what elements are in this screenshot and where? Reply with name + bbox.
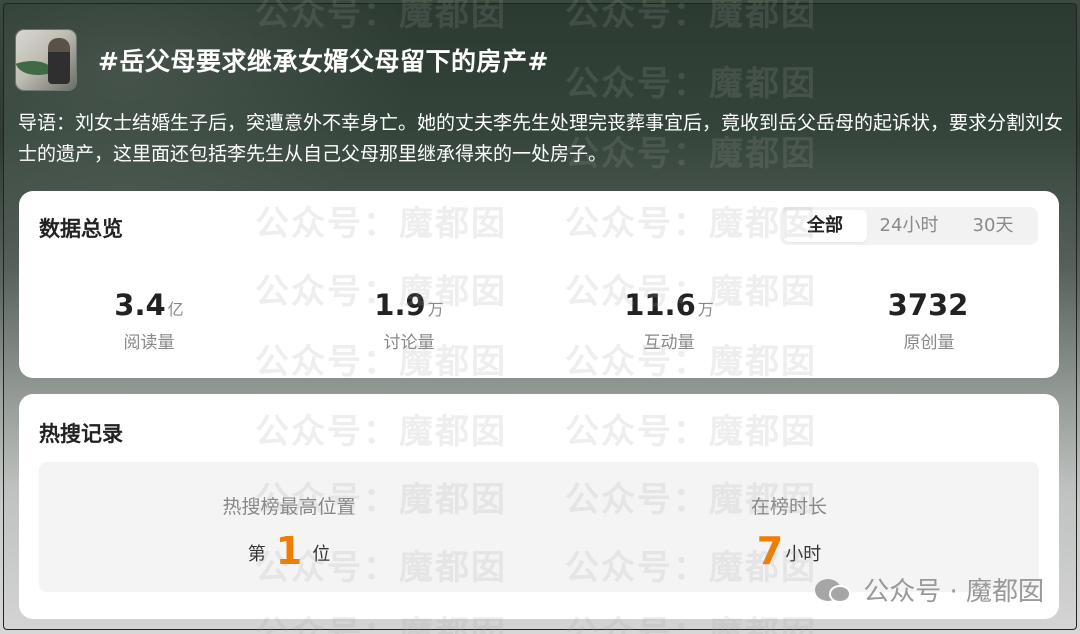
stat-discussions-unit: 万 [427, 300, 444, 319]
stat-interactions-label: 互动量 [643, 333, 695, 353]
tab-all[interactable]: 全部 [783, 210, 867, 242]
hot-rank-value: 1 [275, 529, 303, 573]
stat-reads-unit: 亿 [167, 300, 184, 319]
data-overview-card: 数据总览 全部 24小时 30天 3.4 亿 阅读量 1.9 万 讨论量 11.6 万… [19, 191, 1059, 378]
hot-duration-label: 在榜时长 [750, 496, 827, 518]
stat-interactions: 11.6 万 互动量 [539, 289, 799, 353]
hot-duration-value: 7 [756, 529, 784, 573]
tab-30d[interactable]: 30天 [951, 210, 1035, 242]
time-range-tabs: 全部 24小时 30天 [780, 207, 1038, 245]
data-overview-title: 数据总览 [39, 217, 123, 241]
wechat-icon [815, 575, 855, 605]
hot-search-title: 热搜记录 [39, 422, 123, 446]
stat-originals-label: 原创量 [903, 333, 955, 353]
hot-rank: 热搜榜最高位置 第1位 [39, 462, 539, 592]
stat-interactions-unit: 万 [697, 300, 714, 319]
brand-watermark: 公众号 · 魔都囡 [815, 571, 1044, 608]
brand-text: 公众号 · 魔都囡 [863, 577, 1044, 607]
hot-duration-unit: 小时 [785, 544, 822, 565]
stat-originals-value: 3732 [887, 288, 969, 322]
stat-discussions-label: 讨论量 [383, 333, 435, 353]
tab-24h[interactable]: 24小时 [867, 210, 951, 242]
hot-rank-suffix: 位 [312, 544, 331, 565]
stat-discussions: 1.9 万 讨论量 [279, 289, 539, 353]
stat-reads-value: 3.4 [114, 288, 166, 322]
stats-row: 3.4 亿 阅读量 1.9 万 讨论量 11.6 万 互动量 3732 原创量 [19, 289, 1059, 353]
stat-interactions-value: 11.6 [624, 288, 696, 322]
topic-header: #岳父母要求继承女婿父母留下的房产# [16, 30, 549, 90]
hot-rank-label: 热搜榜最高位置 [222, 496, 356, 518]
avatar-person [48, 38, 70, 84]
hot-rank-prefix: 第 [247, 544, 266, 565]
topic-intro: 导语：刘女士结婚生子后，突遭意外不幸身亡。她的丈夫李先生处理完丧葬事宜后，竟收到… [18, 112, 1064, 165]
stat-reads: 3.4 亿 阅读量 [19, 289, 279, 353]
topic-title[interactable]: #岳父母要求继承女婿父母留下的房产# [98, 42, 549, 78]
stat-originals: 3732 原创量 [799, 289, 1059, 353]
avatar[interactable] [16, 30, 76, 90]
stat-discussions-value: 1.9 [374, 288, 426, 322]
stat-reads-label: 阅读量 [123, 333, 175, 353]
